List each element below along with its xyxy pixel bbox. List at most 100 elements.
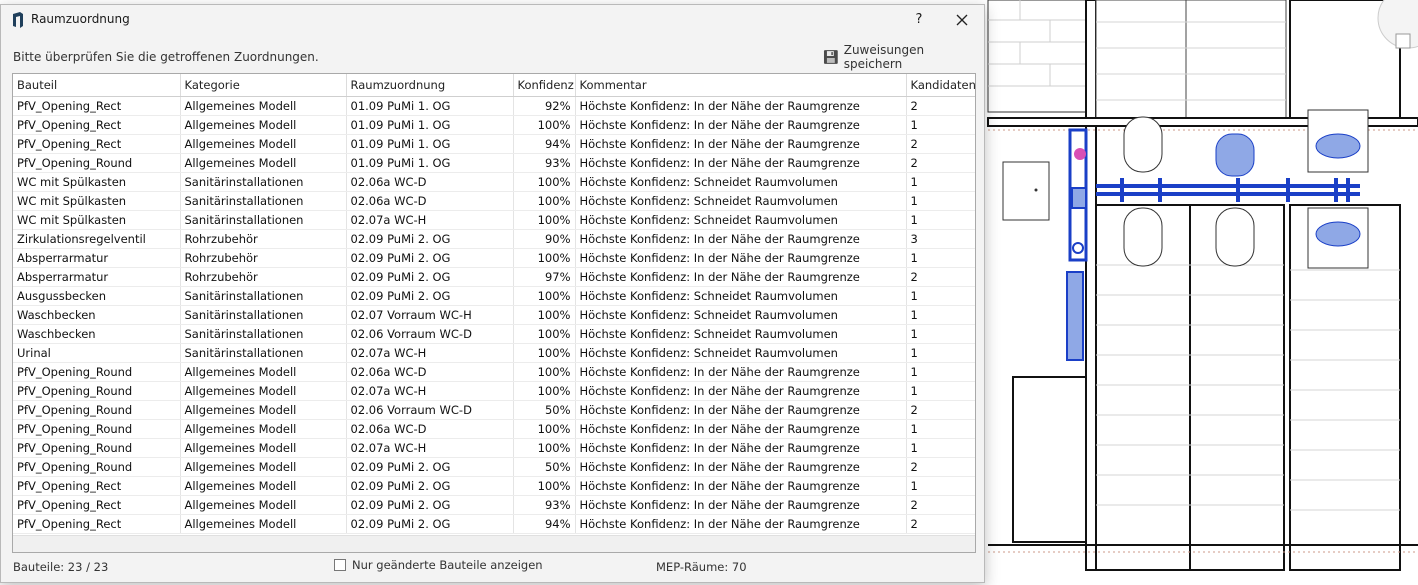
- cell-raumzuordnung[interactable]: 02.06a WC-D: [346, 419, 514, 439]
- cell-konfidenz[interactable]: 94%: [513, 514, 576, 534]
- cell-kommentar[interactable]: Höchste Konfidenz: In der Nähe der Raumg…: [575, 495, 907, 515]
- cell-raumzuordnung[interactable]: 02.07a WC-H: [346, 381, 514, 401]
- cell-kategorie[interactable]: Rohrzubehör: [180, 248, 347, 268]
- cell-kategorie[interactable]: Sanitärinstallationen: [180, 172, 347, 192]
- cell-kommentar[interactable]: Höchste Konfidenz: Schneidet Raumvolumen: [575, 210, 907, 230]
- cell-raumzuordnung[interactable]: 02.09 PuMi 2. OG: [346, 248, 514, 268]
- cell-bauteil[interactable]: Absperrarmatur: [13, 267, 181, 287]
- cell-konfidenz[interactable]: 100%: [513, 172, 576, 192]
- cell-kategorie[interactable]: Sanitärinstallationen: [180, 343, 347, 363]
- cell-raumzuordnung[interactable]: 02.06 Vorraum WC-D: [346, 400, 514, 420]
- cell-raumzuordnung[interactable]: 02.09 PuMi 2. OG: [346, 514, 514, 534]
- cell-raumzuordnung[interactable]: 02.06 Vorraum WC-D: [346, 324, 514, 344]
- cell-konfidenz[interactable]: 100%: [513, 210, 576, 230]
- table-row[interactable]: PfV_Opening_Round Allgemeines Modell 02.09…: [13, 457, 975, 477]
- cell-raumzuordnung[interactable]: 02.09 PuMi 2. OG: [346, 495, 514, 515]
- column-header-kandidaten[interactable]: Kandidaten: [906, 74, 975, 97]
- table-row[interactable]: PfV_Opening_Rect Allgemeines Modell 02.09 …: [13, 514, 975, 534]
- cell-raumzuordnung[interactable]: 02.07a WC-H: [346, 438, 514, 458]
- cell-kommentar[interactable]: Höchste Konfidenz: In der Nähe der Raumg…: [575, 267, 907, 287]
- cell-konfidenz[interactable]: 93%: [513, 153, 576, 173]
- table-row[interactable]: Urinal Sanitärinstallationen 02.07a WC-H 10…: [13, 343, 975, 363]
- cell-konfidenz[interactable]: 100%: [513, 438, 576, 458]
- cell-kandidaten[interactable]: 1: [906, 248, 975, 268]
- cell-kategorie[interactable]: Sanitärinstallationen: [180, 324, 347, 344]
- cell-kandidaten[interactable]: 1: [906, 343, 975, 363]
- cell-raumzuordnung[interactable]: 01.09 PuMi 1. OG: [346, 96, 514, 116]
- cell-bauteil[interactable]: PfV_Opening_Round: [13, 400, 181, 420]
- close-icon[interactable]: [949, 7, 975, 33]
- cell-bauteil[interactable]: PfV_Opening_Round: [13, 362, 181, 382]
- cell-kandidaten[interactable]: 1: [906, 172, 975, 192]
- cell-kandidaten[interactable]: 1: [906, 438, 975, 458]
- table-row[interactable]: WC mit Spülkasten Sanitärinstallationen 02…: [13, 191, 975, 211]
- cell-kommentar[interactable]: Höchste Konfidenz: In der Nähe der Raumg…: [575, 457, 907, 477]
- cell-raumzuordnung[interactable]: 01.09 PuMi 1. OG: [346, 153, 514, 173]
- table-row[interactable]: PfV_Opening_Round Allgemeines Modell 01.09…: [13, 153, 975, 173]
- cell-konfidenz[interactable]: 94%: [513, 134, 576, 154]
- cell-kandidaten[interactable]: 1: [906, 381, 975, 401]
- cell-kandidaten[interactable]: 2: [906, 495, 975, 515]
- cell-konfidenz[interactable]: 90%: [513, 229, 576, 249]
- cell-kandidaten[interactable]: 2: [906, 134, 975, 154]
- cell-kandidaten[interactable]: 2: [906, 457, 975, 477]
- cell-kategorie[interactable]: Allgemeines Modell: [180, 514, 347, 534]
- cell-kategorie[interactable]: Allgemeines Modell: [180, 457, 347, 477]
- cell-raumzuordnung[interactable]: 02.07a WC-H: [346, 210, 514, 230]
- horizontal-scrollbar[interactable]: [13, 535, 975, 552]
- table-row[interactable]: PfV_Opening_Round Allgemeines Modell 02.06…: [13, 400, 975, 420]
- cell-kategorie[interactable]: Allgemeines Modell: [180, 400, 347, 420]
- cell-kommentar[interactable]: Höchste Konfidenz: In der Nähe der Raumg…: [575, 514, 907, 534]
- cell-bauteil[interactable]: PfV_Opening_Rect: [13, 476, 181, 496]
- cell-raumzuordnung[interactable]: 02.09 PuMi 2. OG: [346, 476, 514, 496]
- cell-bauteil[interactable]: WC mit Spülkasten: [13, 191, 181, 211]
- cell-kandidaten[interactable]: 1: [906, 362, 975, 382]
- cell-kandidaten[interactable]: 2: [906, 153, 975, 173]
- cell-bauteil[interactable]: PfV_Opening_Round: [13, 153, 181, 173]
- cell-bauteil[interactable]: PfV_Opening_Rect: [13, 115, 181, 135]
- table-row[interactable]: PfV_Opening_Rect Allgemeines Modell 01.09 …: [13, 134, 975, 154]
- save-assignments-button[interactable]: Zuweisungen speichern: [823, 43, 984, 71]
- cell-kommentar[interactable]: Höchste Konfidenz: In der Nähe der Raumg…: [575, 476, 907, 496]
- cell-konfidenz[interactable]: 100%: [513, 343, 576, 363]
- cell-kandidaten[interactable]: 1: [906, 286, 975, 306]
- assignment-grid[interactable]: Bauteil Kategorie Raumzuordnung Konfiden…: [12, 73, 976, 553]
- cell-bauteil[interactable]: PfV_Opening_Rect: [13, 514, 181, 534]
- table-row[interactable]: PfV_Opening_Rect Allgemeines Modell 01.09 …: [13, 115, 975, 135]
- table-row[interactable]: Ausgussbecken Sanitärinstallationen 02.09 …: [13, 286, 975, 306]
- cell-kommentar[interactable]: Höchste Konfidenz: Schneidet Raumvolumen: [575, 324, 907, 344]
- table-row[interactable]: Zirkulationsregelventil Rohrzubehör 02.09 …: [13, 229, 975, 249]
- cell-raumzuordnung[interactable]: 02.07a WC-H: [346, 343, 514, 363]
- cell-kommentar[interactable]: Höchste Konfidenz: Schneidet Raumvolumen: [575, 172, 907, 192]
- cell-konfidenz[interactable]: 100%: [513, 191, 576, 211]
- cell-konfidenz[interactable]: 100%: [513, 286, 576, 306]
- cell-kategorie[interactable]: Sanitärinstallationen: [180, 305, 347, 325]
- cell-kandidaten[interactable]: 1: [906, 419, 975, 439]
- cell-konfidenz[interactable]: 100%: [513, 305, 576, 325]
- cell-konfidenz[interactable]: 97%: [513, 267, 576, 287]
- cell-kandidaten[interactable]: 3: [906, 229, 975, 249]
- cell-kategorie[interactable]: Sanitärinstallationen: [180, 286, 347, 306]
- table-row[interactable]: PfV_Opening_Round Allgemeines Modell 02.07…: [13, 438, 975, 458]
- cell-kommentar[interactable]: Höchste Konfidenz: In der Nähe der Raumg…: [575, 115, 907, 135]
- cell-kategorie[interactable]: Allgemeines Modell: [180, 362, 347, 382]
- table-row[interactable]: PfV_Opening_Round Allgemeines Modell 02.07…: [13, 381, 975, 401]
- cell-kategorie[interactable]: Allgemeines Modell: [180, 495, 347, 515]
- table-row[interactable]: PfV_Opening_Rect Allgemeines Modell 02.09 …: [13, 495, 975, 515]
- cell-kandidaten[interactable]: 2: [906, 267, 975, 287]
- cell-kommentar[interactable]: Höchste Konfidenz: Schneidet Raumvolumen: [575, 343, 907, 363]
- column-header-kommentar[interactable]: Kommentar: [575, 74, 907, 97]
- cell-konfidenz[interactable]: 50%: [513, 400, 576, 420]
- cell-raumzuordnung[interactable]: 02.07 Vorraum WC-H: [346, 305, 514, 325]
- cell-kategorie[interactable]: Allgemeines Modell: [180, 115, 347, 135]
- title-bar[interactable]: Raumzuordnung ?: [1, 5, 984, 35]
- cell-raumzuordnung[interactable]: 02.09 PuMi 2. OG: [346, 267, 514, 287]
- cell-kategorie[interactable]: Allgemeines Modell: [180, 381, 347, 401]
- cell-konfidenz[interactable]: 93%: [513, 495, 576, 515]
- cell-kommentar[interactable]: Höchste Konfidenz: Schneidet Raumvolumen: [575, 286, 907, 306]
- cell-kandidaten[interactable]: 2: [906, 400, 975, 420]
- cell-kategorie[interactable]: Sanitärinstallationen: [180, 191, 347, 211]
- cell-konfidenz[interactable]: 50%: [513, 457, 576, 477]
- cell-bauteil[interactable]: Waschbecken: [13, 305, 181, 325]
- cell-kandidaten[interactable]: 1: [906, 115, 975, 135]
